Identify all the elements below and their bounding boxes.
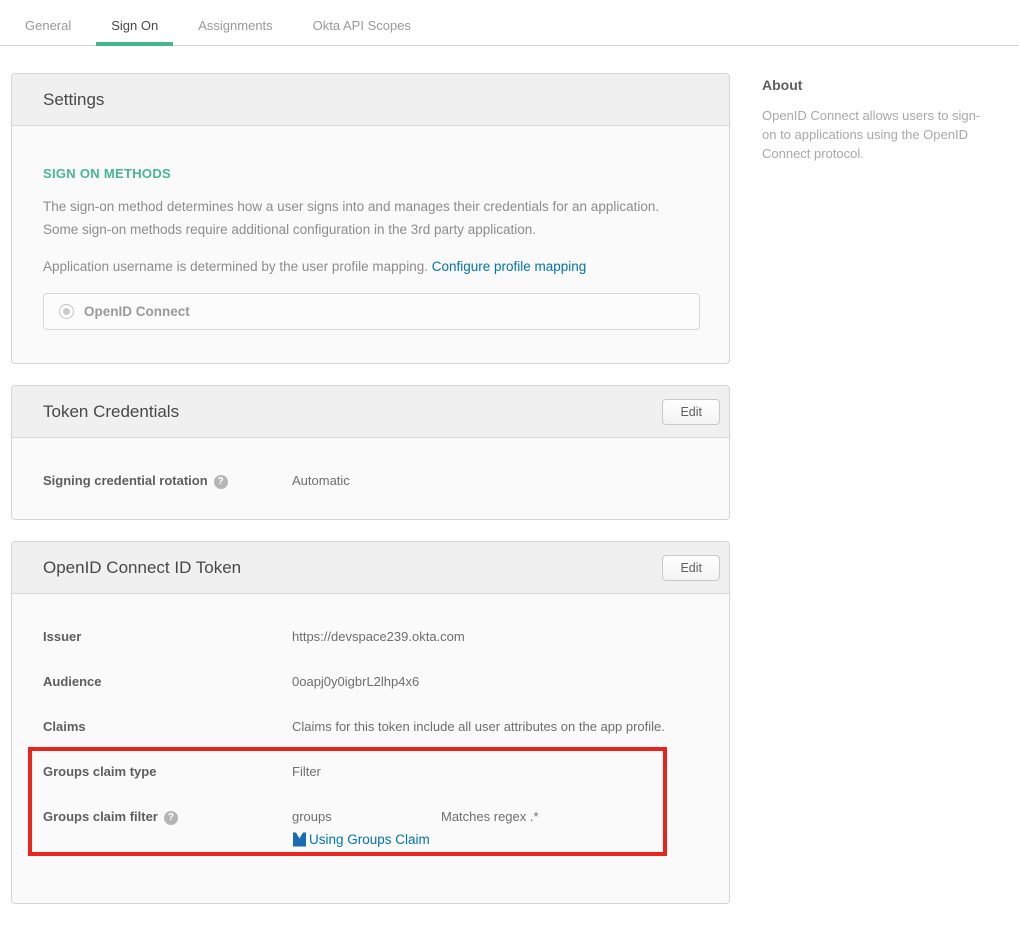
id-token-header: OpenID Connect ID Token Edit	[12, 542, 729, 594]
help-icon[interactable]: ?	[214, 475, 228, 489]
about-title: About	[762, 77, 994, 93]
settings-card: Settings SIGN ON METHODS The sign-on met…	[11, 73, 730, 364]
sign-on-methods-description: The sign-on method determines how a user…	[43, 195, 698, 241]
tab-assignments[interactable]: Assignments	[183, 0, 287, 45]
claims-label: Claims	[43, 717, 292, 737]
groups-claim-type-row: Groups claim type Filter	[43, 762, 698, 782]
about-sidebar: About OpenID Connect allows users to sig…	[762, 77, 994, 163]
radio-selected-icon[interactable]	[59, 304, 74, 319]
configure-profile-mapping-link[interactable]: Configure profile mapping	[432, 259, 587, 274]
audience-row: Audience 0oapj0y0igbrL2lhp4x6	[43, 672, 698, 692]
settings-card-header: Settings	[12, 74, 729, 126]
signing-credential-rotation-value: Automatic	[292, 471, 350, 491]
issuer-value: https://devspace239.okta.com	[292, 627, 465, 647]
tab-general[interactable]: General	[10, 0, 86, 45]
claims-value: Claims for this token include all user a…	[292, 717, 665, 737]
token-credentials-title: Token Credentials	[43, 402, 179, 422]
issuer-row: Issuer https://devspace239.okta.com	[43, 627, 698, 647]
tab-sign-on[interactable]: Sign On	[96, 0, 173, 46]
signing-credential-rotation-label: Signing credential rotation	[43, 473, 208, 488]
token-credentials-card: Token Credentials Edit Signing credentia…	[11, 385, 730, 520]
token-credentials-edit-button[interactable]: Edit	[662, 399, 720, 425]
groups-claim-type-label: Groups claim type	[43, 762, 292, 782]
sign-on-method-label: OpenID Connect	[84, 304, 190, 319]
help-icon[interactable]: ?	[164, 811, 178, 825]
username-mapping-text: Application username is determined by th…	[43, 259, 432, 274]
app-tab-bar: General Sign On Assignments Okta API Sco…	[0, 0, 1019, 46]
settings-title: Settings	[43, 90, 104, 110]
id-token-title: OpenID Connect ID Token	[43, 558, 241, 578]
username-mapping-description: Application username is determined by th…	[43, 255, 698, 278]
sign-on-settings-page: General Sign On Assignments Okta API Sco…	[0, 0, 1019, 925]
claims-row: Claims Claims for this token include all…	[43, 717, 698, 737]
sign-on-method-option: OpenID Connect	[43, 293, 700, 330]
row-label: Signing credential rotation?	[43, 471, 292, 491]
groups-claim-filter-label: Groups claim filter	[43, 809, 158, 824]
audience-label: Audience	[43, 672, 292, 692]
audience-value: 0oapj0y0igbrL2lhp4x6	[292, 672, 419, 692]
issuer-label: Issuer	[43, 627, 292, 647]
tab-okta-api-scopes[interactable]: Okta API Scopes	[298, 0, 426, 45]
book-icon	[292, 832, 307, 847]
groups-claim-filter-regex: Matches regex .*	[441, 807, 539, 827]
settings-card-body: SIGN ON METHODS The sign-on method deter…	[12, 166, 729, 330]
about-text: OpenID Connect allows users to sign-on t…	[762, 106, 994, 163]
row-label: Groups claim filter?	[43, 807, 292, 827]
groups-claim-type-value: Filter	[292, 762, 321, 782]
signing-credential-rotation-row: Signing credential rotation? Automatic	[43, 471, 698, 491]
sign-on-methods-heading: SIGN ON METHODS	[43, 166, 698, 181]
id-token-card: OpenID Connect ID Token Edit Issuer http…	[11, 541, 730, 904]
token-credentials-body: Signing credential rotation? Automatic	[12, 438, 729, 491]
using-groups-claim-row: Using Groups Claim	[292, 832, 698, 847]
groups-claim-filter-value: groups	[292, 807, 441, 827]
id-token-body: Issuer https://devspace239.okta.com Audi…	[12, 594, 729, 847]
using-groups-claim-link[interactable]: Using Groups Claim	[292, 832, 430, 847]
groups-claim-filter-row: Groups claim filter? groups Matches rege…	[43, 807, 698, 827]
token-credentials-header: Token Credentials Edit	[12, 386, 729, 438]
using-groups-claim-label: Using Groups Claim	[309, 832, 430, 847]
id-token-edit-button[interactable]: Edit	[662, 555, 720, 581]
